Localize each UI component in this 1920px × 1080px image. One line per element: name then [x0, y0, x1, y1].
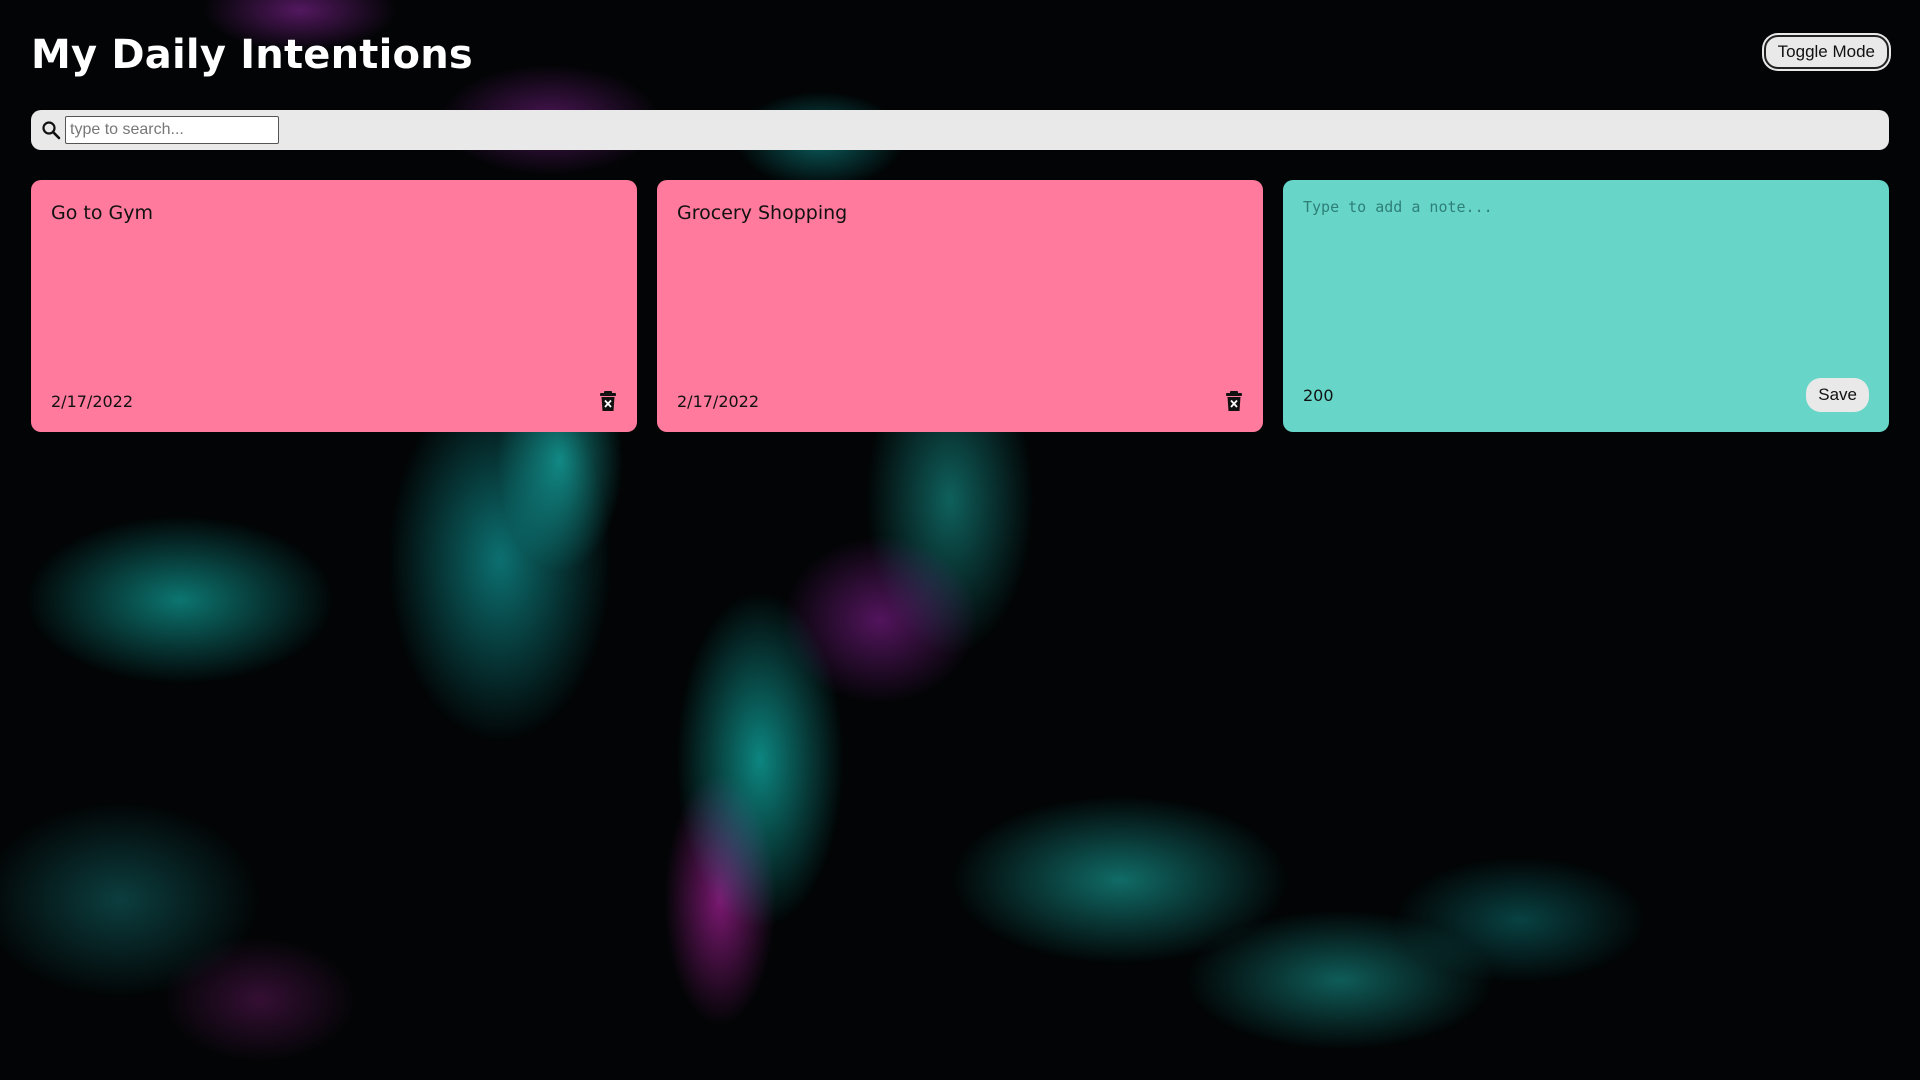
characters-remaining: 200 [1303, 385, 1334, 405]
search-icon [41, 120, 61, 140]
header: My Daily Intentions Toggle Mode [31, 0, 1889, 110]
notes-list: Go to Gym 2/17/2022 Grocery Shopping 2/1… [31, 180, 1889, 432]
note-footer: 2/17/2022 [677, 390, 1243, 412]
note-card: Go to Gym 2/17/2022 [31, 180, 637, 432]
toggle-mode-button[interactable]: Toggle Mode [1763, 35, 1889, 69]
app: My Daily Intentions Toggle Mode Go to Gy… [0, 0, 1920, 432]
page-title: My Daily Intentions [31, 32, 473, 78]
trash-icon[interactable] [1225, 390, 1243, 412]
search-bar [31, 110, 1889, 150]
new-note-card: 200 Save [1283, 180, 1889, 432]
note-card: Grocery Shopping 2/17/2022 [657, 180, 1263, 432]
note-text: Go to Gym [51, 202, 153, 224]
save-button[interactable]: Save [1806, 378, 1869, 412]
note-date: 2/17/2022 [677, 391, 760, 411]
note-date: 2/17/2022 [51, 391, 134, 411]
search-input[interactable] [65, 116, 279, 144]
note-text: Grocery Shopping [677, 202, 848, 224]
new-note-footer: 200 Save [1303, 378, 1869, 412]
note-footer: 2/17/2022 [51, 390, 617, 412]
new-note-textarea[interactable] [1303, 198, 1869, 378]
trash-icon[interactable] [599, 390, 617, 412]
